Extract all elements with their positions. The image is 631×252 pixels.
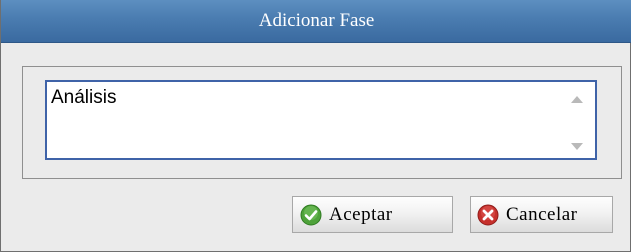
cancel-button[interactable]: Cancelar bbox=[470, 196, 613, 233]
close-icon bbox=[477, 204, 499, 226]
check-icon bbox=[300, 204, 322, 226]
scroll-down-icon[interactable] bbox=[571, 143, 583, 150]
add-phase-dialog: Adicionar Fase Análisis Aceptar Cancelar bbox=[0, 0, 631, 252]
dialog-title: Adicionar Fase bbox=[258, 10, 375, 31]
scroll-up-icon[interactable] bbox=[571, 96, 583, 103]
cancel-button-label: Cancelar bbox=[506, 203, 578, 225]
dialog-titlebar[interactable]: Adicionar Fase bbox=[1, 0, 631, 43]
accept-button-label: Aceptar bbox=[329, 203, 393, 225]
content-panel: Análisis bbox=[22, 66, 622, 179]
phase-name-textarea[interactable]: Análisis bbox=[45, 80, 597, 160]
accept-button[interactable]: Aceptar bbox=[292, 196, 453, 233]
phase-name-value[interactable]: Análisis bbox=[51, 87, 116, 109]
